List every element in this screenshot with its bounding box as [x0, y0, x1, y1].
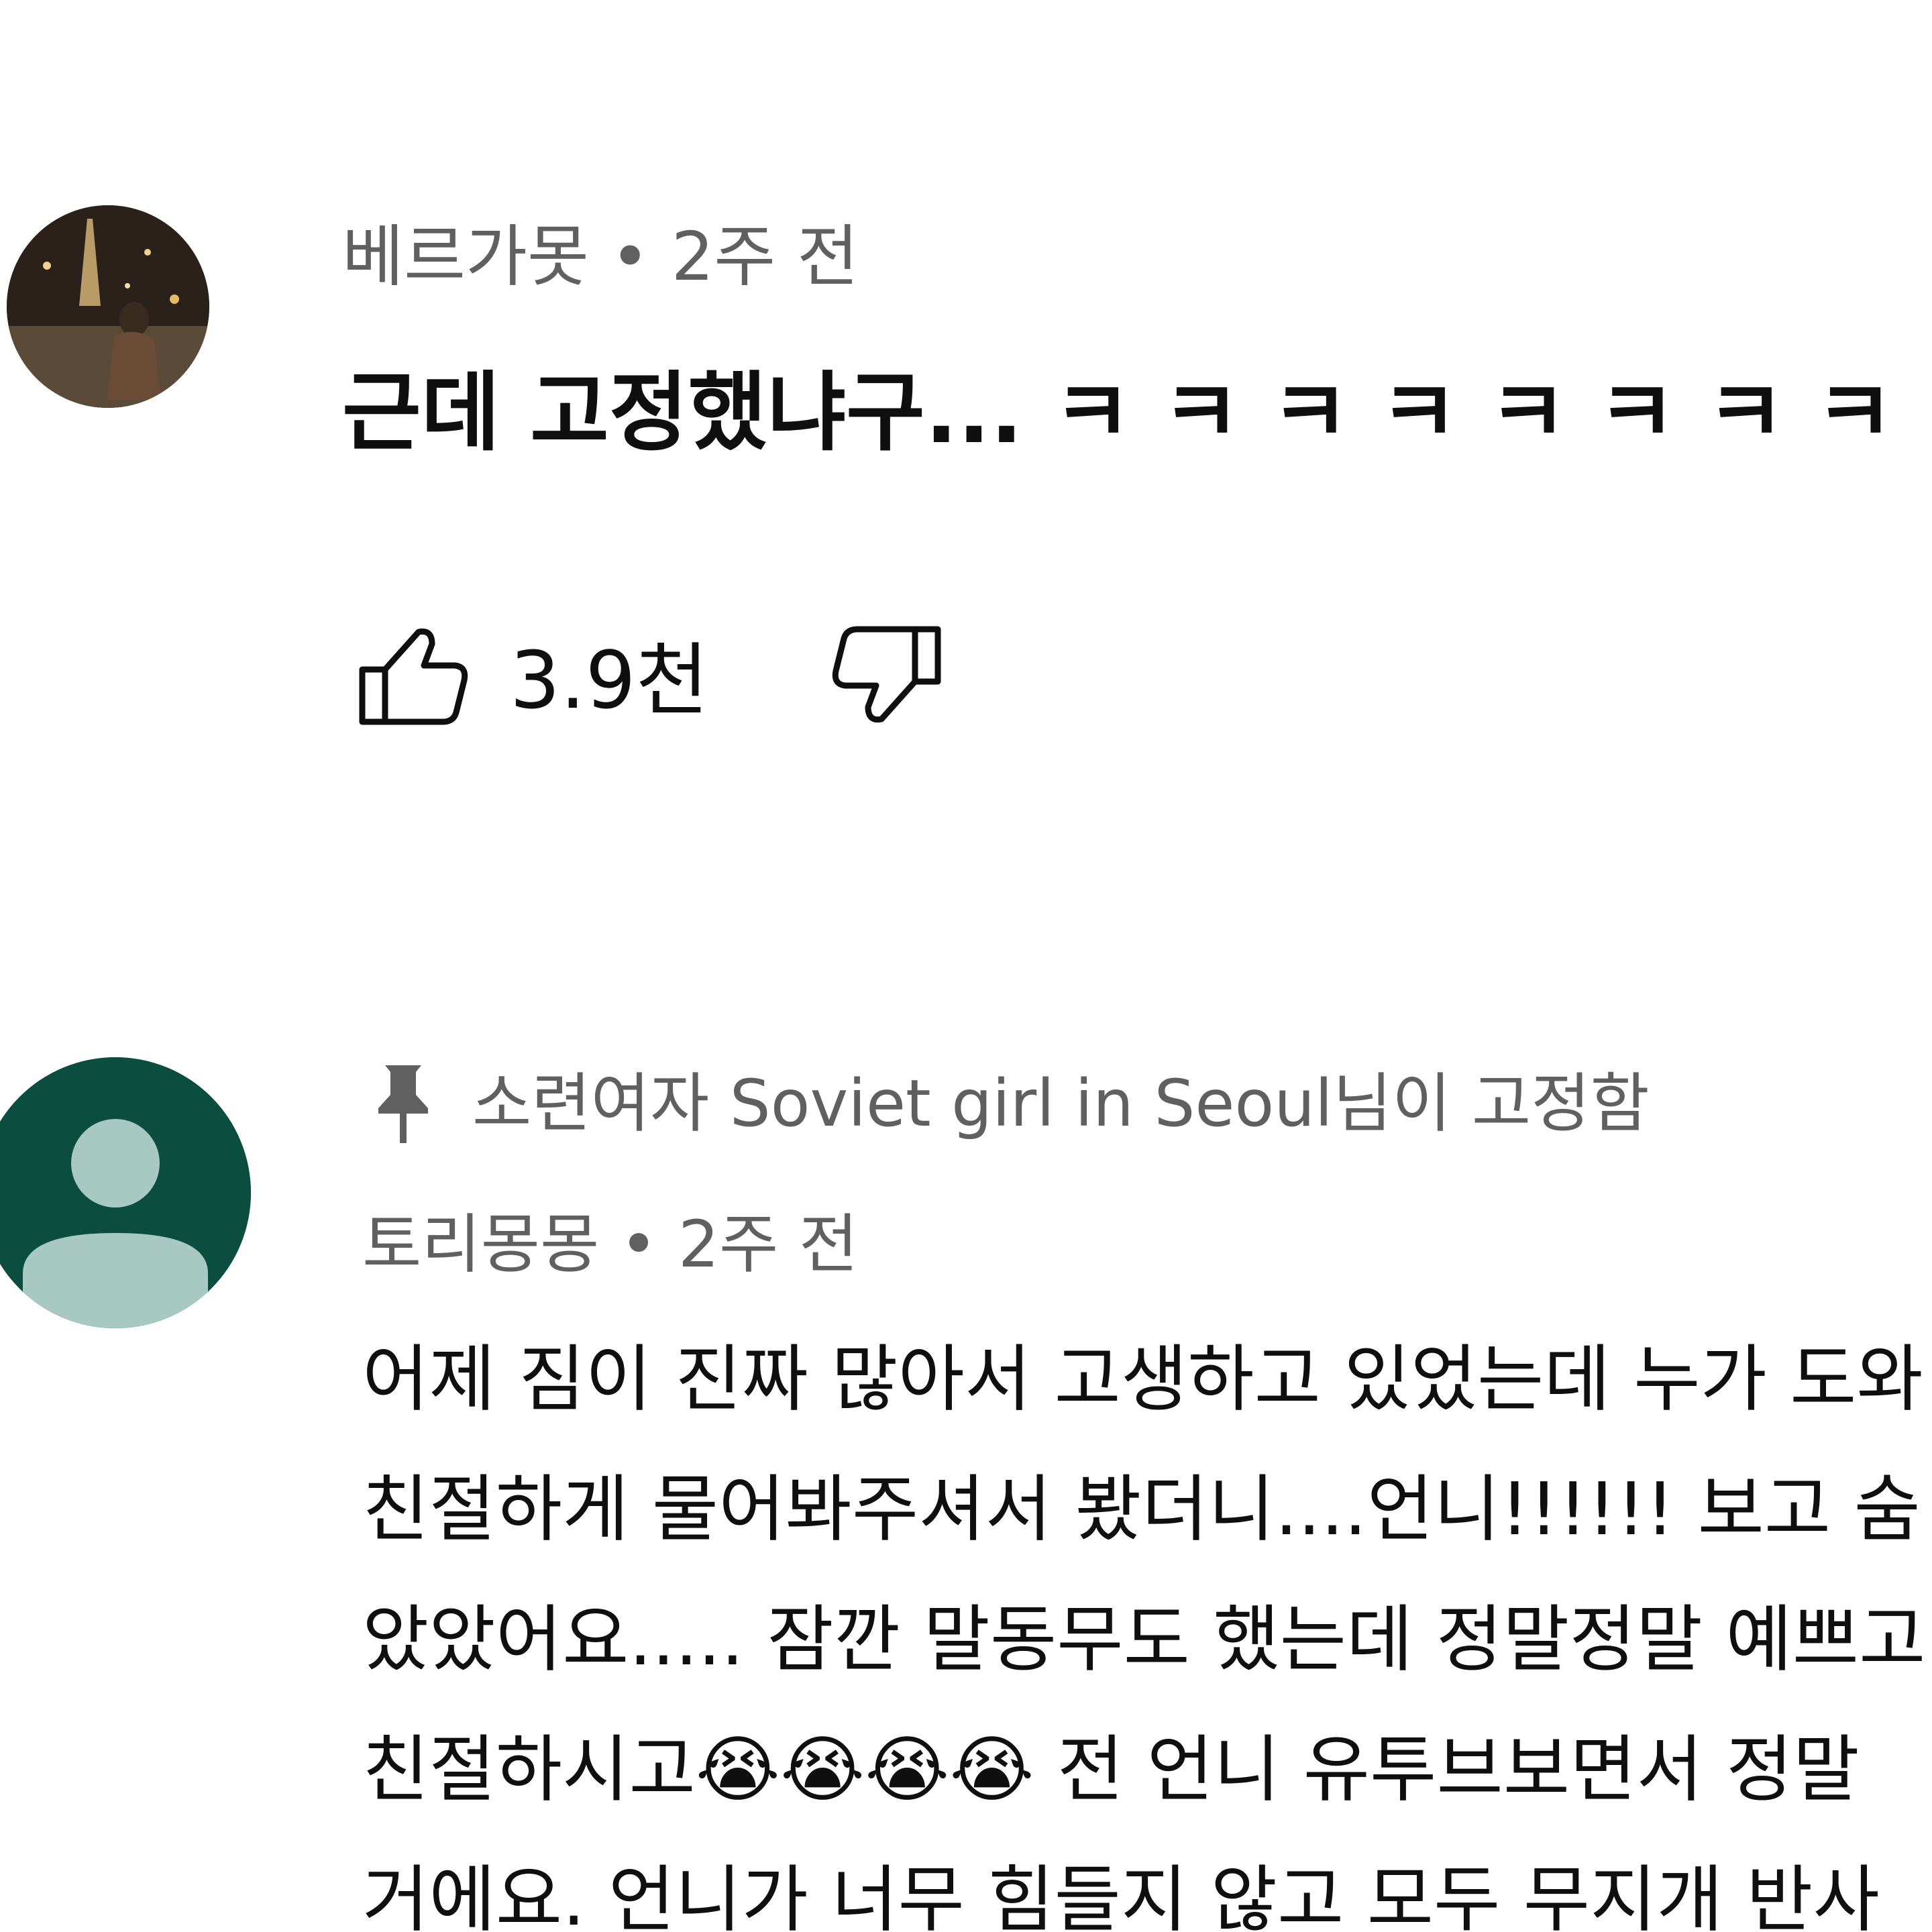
comment-author[interactable]: 베르가못	[342, 217, 589, 296]
comment-text-line: 았았어요..... 잠깐 말동무도 했는데 정말정말 예쁘고	[362, 1598, 1926, 1682]
like-button[interactable]	[354, 623, 475, 730]
meta-separator: •	[610, 217, 650, 296]
comment-text-line: 어제 짐이 진짜 많아서 고생하고 있었는데 누가 도와	[362, 1338, 1923, 1421]
comment-text-line: 친절하게 물어봐주셔서 봤더니....언니!!!!!! 보고 숨	[362, 1468, 1921, 1552]
comment-meta: 토리몽몽 • 2주 전	[362, 1201, 858, 1288]
pin-icon	[373, 1060, 433, 1147]
default-user-avatar[interactable]	[0, 1057, 251, 1328]
like-count: 3.9천	[510, 634, 709, 727]
avatar-photo-image	[7, 205, 209, 408]
comment-meta: 베르가못 • 2주 전	[342, 213, 859, 301]
default-user-icon	[0, 1057, 251, 1328]
thumbs-down-icon	[832, 626, 941, 723]
comment-author[interactable]: 토리몽몽	[362, 1207, 599, 1282]
comment-text-line: 거에요. 언니가 너무 힘들지 않고 모두 무지개 반사	[362, 1858, 1880, 1932]
pinned-label: 소련여자 Soviet girl in Seoul님이 고정함	[472, 1066, 1650, 1141]
comment-text: 어제 짐이 진짜 많아서 고생하고 있었는데 누가 도와 친절하게 물어봐주셔서…	[362, 1315, 1932, 1932]
comment-time[interactable]: 2주 전	[672, 217, 859, 296]
dislike-button[interactable]	[825, 623, 946, 730]
thumbs-up-icon	[359, 628, 468, 725]
comment-text-line: 친절하시고😭😭😭😭 전 언니 유투브보면서 정말	[362, 1728, 1860, 1812]
comment-time[interactable]: 2주 전	[678, 1207, 858, 1282]
meta-separator: •	[619, 1207, 658, 1282]
comment-text: 근데 고정했냐구... ㅋ ㅋ ㅋ ㅋ ㅋ ㅋ ㅋ ㅋ ㅋ	[342, 363, 1932, 463]
user-photo-avatar[interactable]	[7, 205, 209, 408]
